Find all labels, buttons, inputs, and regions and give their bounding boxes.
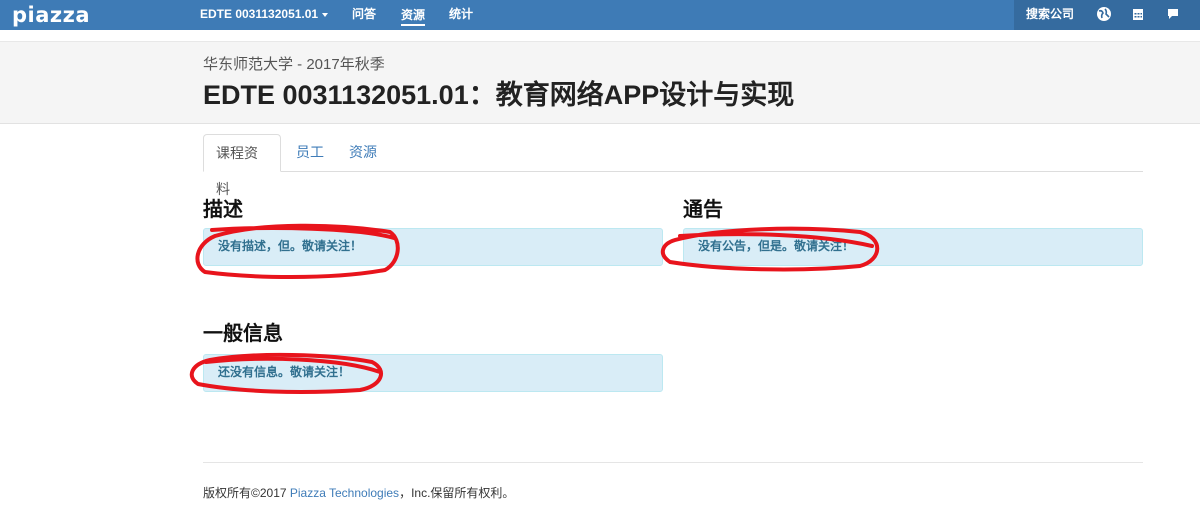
top-navbar: piazza EDTE 0031132051.01 问答 资源 统计 搜索公司 <box>0 0 1200 30</box>
nav-link-resources[interactable]: 资源 <box>401 2 426 26</box>
announcements-heading: 通告 <box>683 199 723 221</box>
resource-tabs: 课程资料 员工 资源 <box>203 134 1143 197</box>
announcements-info-box: 没有公告，但是。敬请关注！ <box>683 228 1143 266</box>
calendar-icon[interactable] <box>1130 6 1146 22</box>
general-info-heading: 一般信息 <box>203 323 283 345</box>
navbar-right-zone: 搜索公司 <box>1014 0 1200 30</box>
course-dropdown[interactable]: EDTE 0031132051.01 <box>200 0 329 30</box>
nav-link-qa[interactable]: 问答 <box>352 0 376 30</box>
description-heading: 描述 <box>203 199 243 221</box>
page-title: EDTE 0031132051.01：教育网络APP设计与实现 <box>203 80 795 110</box>
search-company-link[interactable]: 搜索公司 <box>1026 0 1074 28</box>
description-info-box: 没有描述，但。敬请关注！ <box>203 228 663 266</box>
footer-company-link[interactable]: Piazza Technologies <box>290 486 399 500</box>
tab-resources[interactable]: 资源 <box>337 134 389 172</box>
course-subtitle: 华东师范大学 - 2017年秋季 <box>203 56 385 73</box>
footer-divider <box>203 462 1143 463</box>
general-info-box: 还没有信息。敬请关注！ <box>203 354 663 392</box>
piazza-logo[interactable]: piazza <box>12 3 90 27</box>
footer-rights: ，Inc.保留所有权利。 <box>399 486 515 500</box>
tab-staff[interactable]: 员工 <box>284 134 336 172</box>
footer-copyright: 版权所有©2017 <box>203 486 290 500</box>
globe-icon[interactable] <box>1096 6 1112 22</box>
course-dropdown-label: EDTE 0031132051.01 <box>200 7 319 21</box>
nav-link-stats[interactable]: 统计 <box>449 0 473 30</box>
tab-course-info[interactable]: 课程资料 <box>203 134 281 197</box>
chat-icon[interactable] <box>1165 6 1181 22</box>
course-header: 华东师范大学 - 2017年秋季 EDTE 0031132051.01：教育网络… <box>0 41 1200 124</box>
footer: 版权所有©2017 Piazza Technologies，Inc.保留所有权利… <box>203 484 514 501</box>
caret-down-icon <box>322 12 329 17</box>
